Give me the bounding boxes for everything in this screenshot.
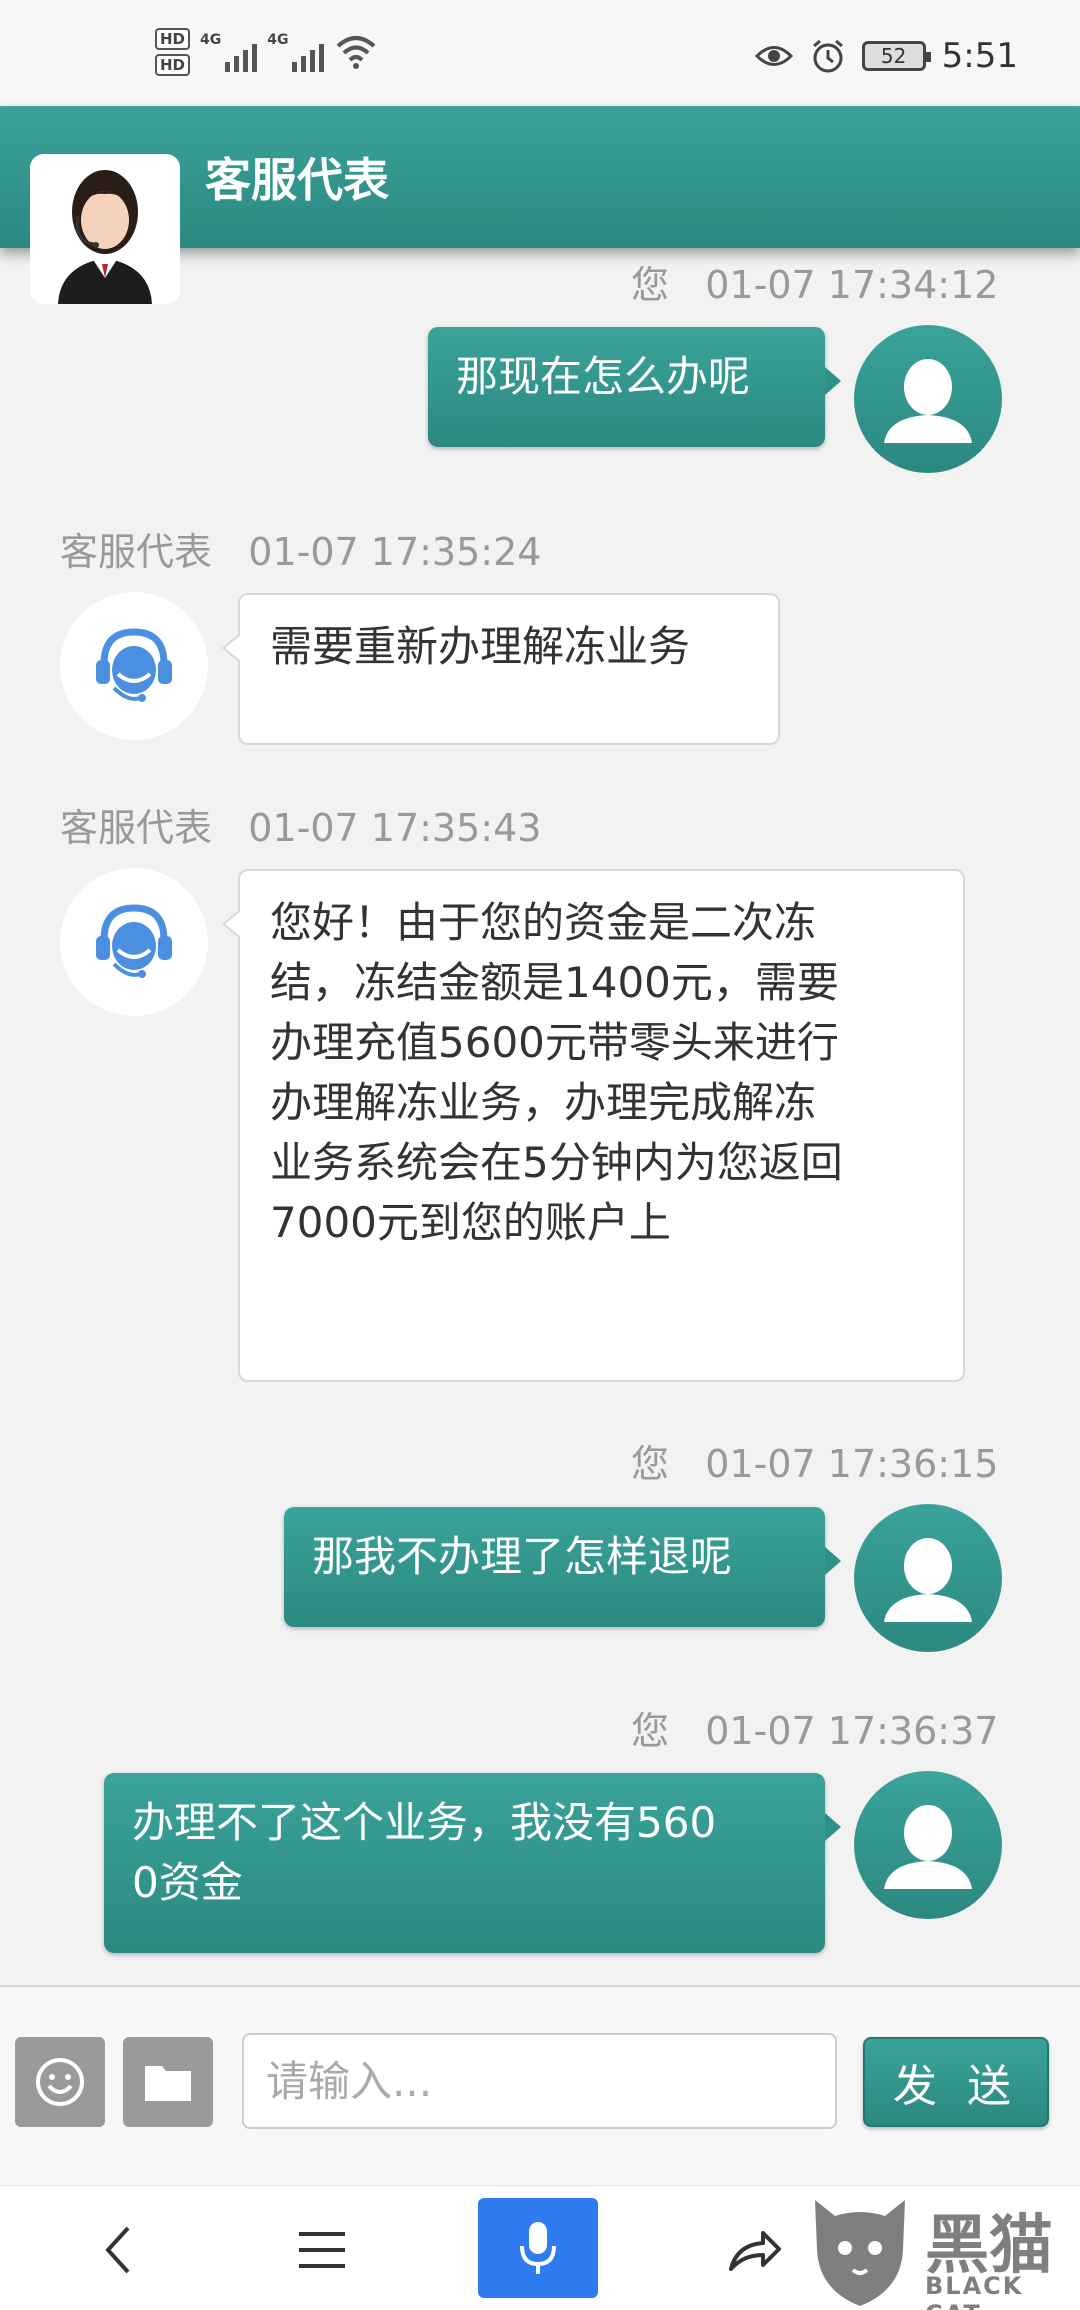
message-meta: 客服代表 01-07 17:35:43 (60, 806, 542, 850)
status-bar: HD HD 4G 4G 52 5:51 (0, 0, 1080, 106)
customer-service-icon (96, 628, 172, 702)
agent-avatar (60, 868, 208, 1016)
microphone-icon (520, 2222, 556, 2274)
watermark-subtext: BLACK CAT (925, 2272, 1024, 2310)
share-button[interactable] (715, 2210, 795, 2290)
agent-avatar (60, 592, 208, 740)
send-button[interactable]: 发 送 (863, 2037, 1049, 2127)
sim1-hd-badge: HD (155, 28, 191, 50)
message-meta: 您 01-07 17:34:12 (631, 263, 999, 307)
share-icon (729, 2231, 781, 2271)
back-icon (105, 2226, 130, 2274)
watermark: 黑猫 BLACK CAT (805, 2190, 1080, 2310)
agent-profile-photo (30, 154, 180, 304)
incoming-message: 您好！由于您的资金是二次冻 结，冻结金额是1400元，需要 办理充值5600元带… (222, 869, 965, 1382)
message-meta: 您 01-07 17:36:37 (631, 1709, 999, 1753)
folder-icon (145, 2066, 191, 2101)
outgoing-message: 那我不办理了怎样退呢 (284, 1507, 841, 1627)
incoming-message: 需要重新办理解冻业务 (222, 593, 780, 745)
wifi-icon (337, 36, 376, 69)
message-meta: 客服代表 01-07 17:35:24 (60, 530, 542, 574)
message-input[interactable] (242, 2033, 837, 2129)
signal-icon: 4G (200, 32, 258, 72)
user-avatar (854, 325, 1002, 473)
emoji-icon (36, 2058, 84, 2106)
user-avatar (854, 1771, 1002, 1919)
customer-service-icon (96, 904, 172, 978)
message-meta: 您 01-07 17:36:15 (631, 1442, 999, 1486)
menu-icon (299, 2232, 345, 2268)
black-cat-logo-icon (815, 2200, 905, 2306)
sim2-hd-badge: HD (155, 54, 191, 76)
outgoing-message: 那现在怎么办呢 (428, 327, 841, 447)
clock: 5:51 (941, 36, 1018, 76)
user-avatar (854, 1504, 1002, 1652)
voice-input-button[interactable] (478, 2198, 598, 2298)
back-button[interactable] (78, 2210, 158, 2290)
header-title: 客服代表 (205, 153, 389, 207)
eye-comfort-icon (754, 46, 793, 66)
menu-button[interactable] (282, 2210, 362, 2290)
alarm-icon (812, 39, 843, 73)
emoji-button[interactable] (15, 2037, 105, 2127)
chat-header: 客服代表 (0, 106, 1080, 304)
outgoing-message: 办理不了这个业务，我没有560 0资金 (104, 1773, 841, 1953)
signal-icon: 4G (267, 32, 325, 72)
battery-indicator: 52 (861, 41, 931, 71)
message-input-bar: 发 送 (0, 1985, 1080, 2185)
file-button[interactable] (123, 2037, 213, 2127)
